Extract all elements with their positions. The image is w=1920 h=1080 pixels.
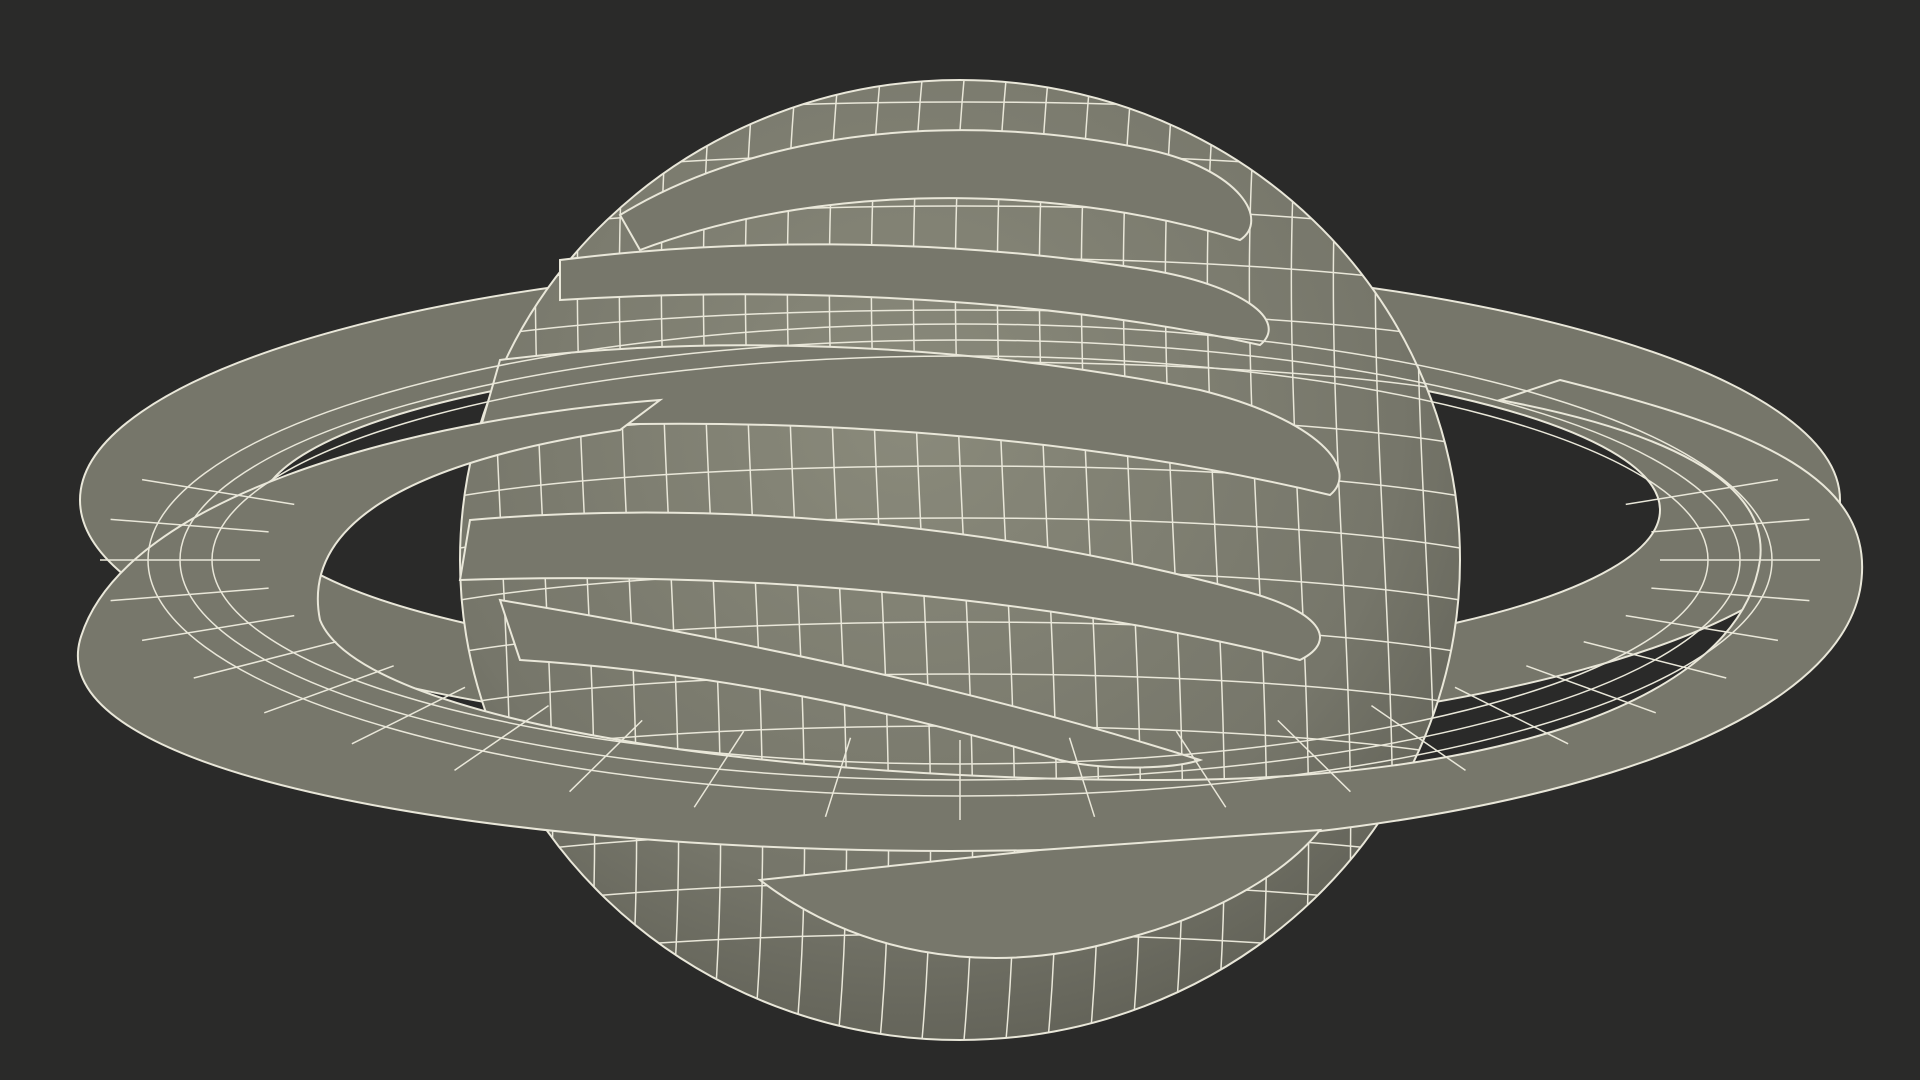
render-viewport <box>0 0 1920 1080</box>
saturn-wireframe-render <box>76 79 1864 1041</box>
